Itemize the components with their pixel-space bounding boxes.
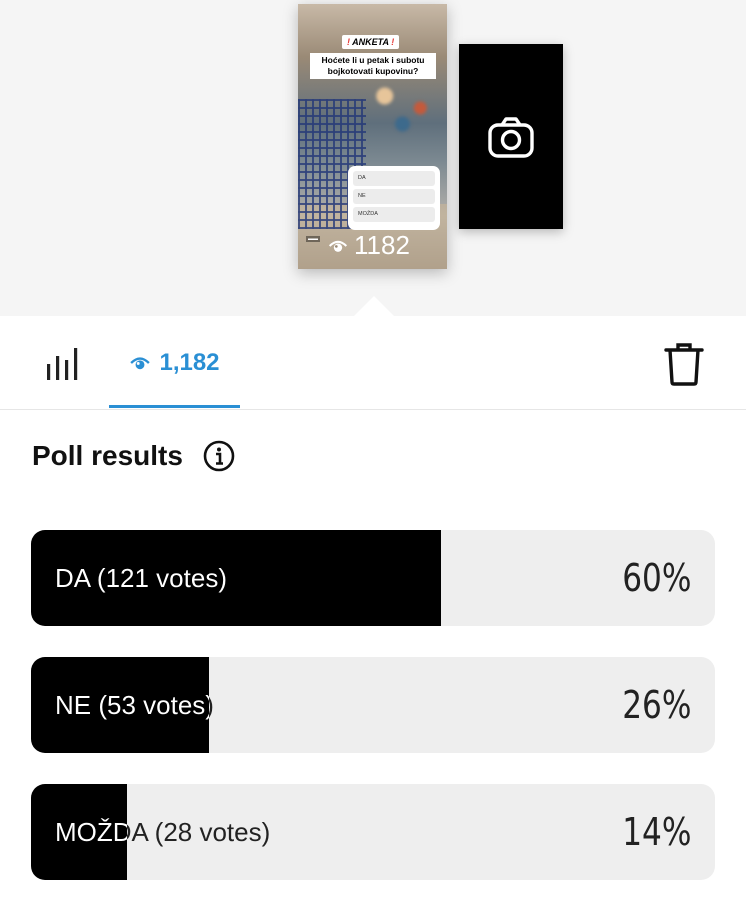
poll-sticker-option: MOŽDA	[353, 207, 435, 222]
poll-tag: ! ANKETA !	[342, 35, 400, 49]
poll-result-bar[interactable]: NE (53 votes) 26%	[31, 657, 715, 753]
info-icon[interactable]	[203, 440, 235, 472]
poll-results-title: Poll results	[32, 440, 183, 471]
story-tray: ! ANKETA ! Hoćete li u petak i subotu bo…	[0, 0, 746, 316]
poll-result-percent: 14%	[621, 810, 691, 854]
poll-sticker: DA NE MOŽDA	[348, 166, 440, 230]
poll-result-label: NE (53 votes)	[55, 657, 214, 753]
active-tab-indicator	[109, 405, 240, 408]
poll-result-percent: 60%	[621, 556, 691, 600]
poll-question: Hoćete li u petak i subotu bojkotovati k…	[310, 53, 436, 79]
selection-pointer	[354, 296, 394, 316]
trash-icon[interactable]	[664, 342, 704, 386]
bar-chart-icon[interactable]	[44, 346, 80, 382]
poll-result-label: MOŽDA (28 votes)	[55, 784, 270, 880]
camera-icon	[488, 116, 534, 158]
handle-sticker: ▬▬	[306, 236, 320, 242]
story-view-count: 1182	[328, 230, 410, 261]
poll-result-percent: 26%	[621, 683, 691, 727]
eye-icon	[130, 357, 151, 370]
viewers-count: 1,182	[159, 349, 220, 376]
poll-sticker-option: DA	[353, 171, 435, 186]
add-story-camera-tile[interactable]	[459, 44, 563, 229]
eye-icon	[328, 240, 348, 252]
poll-result-label: DA (121 votes)	[55, 530, 227, 626]
story-thumbnail[interactable]: ! ANKETA ! Hoćete li u petak i subotu bo…	[298, 4, 447, 269]
poll-result-bar[interactable]: DA (121 votes) 60%	[31, 530, 715, 626]
poll-sticker-option: NE	[353, 189, 435, 204]
insights-tab-bar: 1,182	[0, 316, 746, 410]
poll-result-bar[interactable]: MOŽDA (28 votes) 14%	[31, 784, 715, 880]
tab-viewers[interactable]: 1,182	[109, 316, 240, 410]
